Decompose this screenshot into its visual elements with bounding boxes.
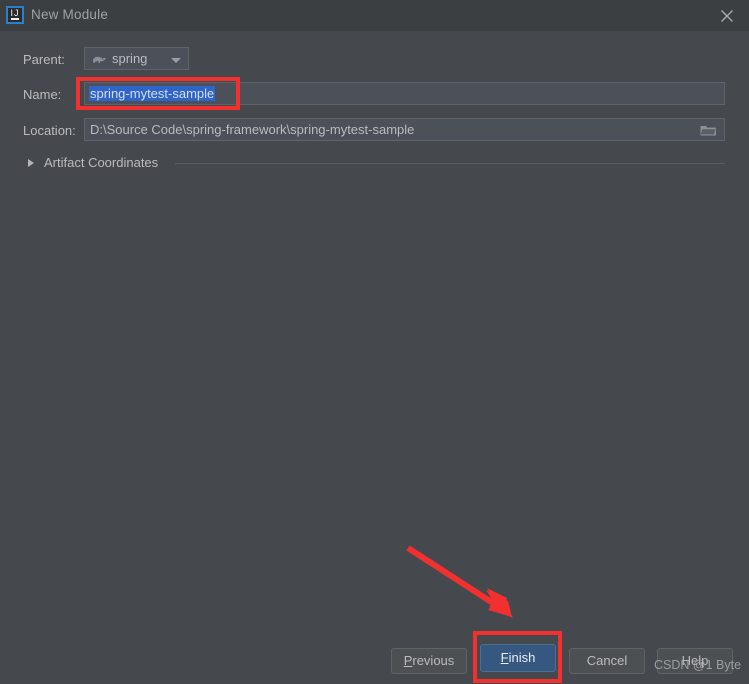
previous-button-label: revious [412, 653, 455, 668]
name-label: Name: [23, 87, 62, 102]
maven-module-icon [91, 52, 107, 66]
previous-button[interactable]: Previous [391, 648, 467, 674]
location-input[interactable]: D:\Source Code\spring-framework\spring-m… [84, 118, 725, 141]
artifact-coordinates-section[interactable]: Artifact Coordinates [23, 155, 725, 171]
cancel-button[interactable]: Cancel [569, 648, 645, 674]
new-module-dialog: IJ New Module Parent: spring Name: sprin… [0, 0, 749, 684]
section-divider [175, 163, 725, 164]
location-label: Location: [23, 123, 76, 138]
parent-combobox[interactable]: spring [84, 47, 189, 70]
finish-button-label: inish [508, 650, 536, 665]
location-input-value: D:\Source Code\spring-framework\spring-m… [90, 122, 415, 137]
finish-button[interactable]: Finish [480, 644, 556, 672]
intellij-idea-icon: IJ [6, 6, 24, 24]
app-icon-letters: IJ [10, 8, 20, 18]
parent-label: Parent: [23, 52, 65, 67]
annotation-arrow-icon [406, 545, 513, 618]
folder-icon[interactable] [692, 119, 724, 140]
help-button[interactable]: Help [657, 648, 733, 674]
close-icon[interactable] [713, 4, 741, 28]
artifact-coordinates-label: Artifact Coordinates [44, 155, 159, 170]
name-input-value: spring-mytest-sample [89, 86, 216, 101]
chevron-down-icon [171, 58, 181, 63]
window-title: New Module [31, 7, 109, 22]
app-icon-underline [11, 18, 19, 20]
triangle-right-icon [28, 159, 34, 167]
parent-value: spring [112, 51, 148, 66]
title-bar: IJ New Module [0, 0, 749, 31]
name-input[interactable]: spring-mytest-sample [84, 82, 725, 105]
